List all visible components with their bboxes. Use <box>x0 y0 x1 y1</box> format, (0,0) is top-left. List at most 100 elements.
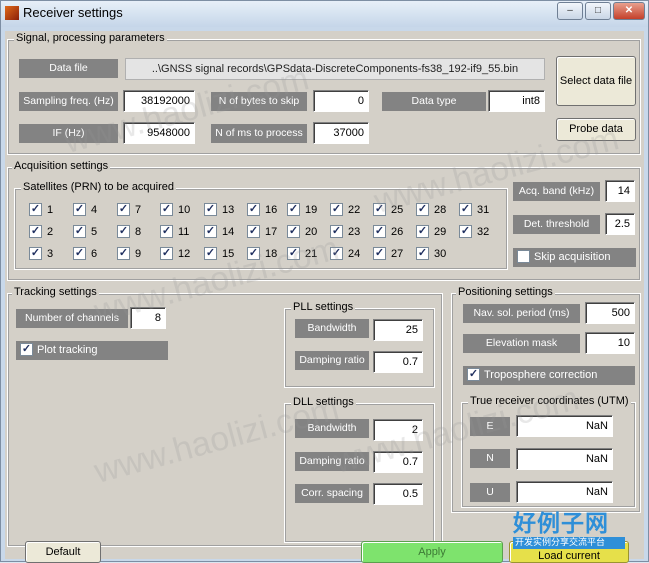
satellite-checkbox-box[interactable]: ✓ <box>204 247 217 260</box>
satellite-checkbox-box[interactable]: ✓ <box>204 203 217 216</box>
apply-button[interactable]: Apply <box>361 541 503 563</box>
satellite-checkbox[interactable]: ✓ 2 <box>29 225 53 241</box>
skip-acquisition-checkbox[interactable]: Skip acquisition <box>513 248 636 267</box>
skip-acquisition-box[interactable] <box>517 250 530 263</box>
satellite-checkbox[interactable]: ✓ 24 <box>330 247 360 263</box>
satellite-checkbox[interactable]: ✓ 9 <box>117 247 141 263</box>
troposphere-checkbox[interactable]: ✓ Troposphere correction <box>463 366 635 385</box>
satellite-checkbox[interactable]: ✓ 4 <box>73 203 97 219</box>
satellite-checkbox[interactable]: ✓ 28 <box>416 203 446 219</box>
satellite-checkbox-box[interactable]: ✓ <box>160 247 173 260</box>
troposphere-box[interactable]: ✓ <box>467 368 480 381</box>
det-threshold-input[interactable]: 2.5 <box>605 213 635 235</box>
satellite-checkbox-box[interactable]: ✓ <box>416 203 429 216</box>
data-type-input[interactable]: int8 <box>488 90 545 112</box>
satellite-checkbox-box[interactable]: ✓ <box>160 203 173 216</box>
satellite-checkbox-box[interactable]: ✓ <box>117 247 130 260</box>
satellite-checkbox[interactable]: ✓ 12 <box>160 247 190 263</box>
satellite-checkbox[interactable]: ✓ 23 <box>330 225 360 241</box>
satellite-checkbox[interactable]: ✓ 11 <box>160 225 189 241</box>
satellite-checkbox-box[interactable]: ✓ <box>459 203 472 216</box>
satellite-checkbox-box[interactable]: ✓ <box>117 203 130 216</box>
coord-n-input[interactable]: NaN <box>516 448 613 470</box>
satellite-checkbox-box[interactable]: ✓ <box>330 225 343 238</box>
satellite-checkbox[interactable]: ✓ 3 <box>29 247 53 263</box>
satellite-checkbox[interactable]: ✓ 17 <box>247 225 277 241</box>
satellite-checkbox-box[interactable]: ✓ <box>287 225 300 238</box>
satellite-checkbox-box[interactable]: ✓ <box>373 203 386 216</box>
select-data-file-button[interactable]: Select data file <box>556 56 636 106</box>
satellite-checkbox[interactable]: ✓ 22 <box>330 203 360 219</box>
sampling-freq-label: Sampling freq. (Hz) <box>19 92 118 111</box>
nav-period-input[interactable]: 500 <box>585 302 635 324</box>
satellite-checkbox[interactable]: ✓ 15 <box>204 247 234 263</box>
coord-e-input[interactable]: NaN <box>516 415 613 437</box>
satellite-checkbox-box[interactable]: ✓ <box>247 203 260 216</box>
minimize-button[interactable]: – <box>557 2 583 20</box>
default-button[interactable]: Default <box>25 541 101 563</box>
coord-u-input[interactable]: NaN <box>516 481 613 503</box>
true-coords-group: True receiver coordinates (UTM) E NaN N … <box>461 395 636 508</box>
sampling-freq-input[interactable]: 38192000 <box>123 90 195 112</box>
satellite-checkbox-box[interactable]: ✓ <box>287 247 300 260</box>
probe-data-button[interactable]: Probe data <box>556 118 636 141</box>
ms-to-process-input[interactable]: 37000 <box>313 122 369 144</box>
satellite-checkbox-box[interactable]: ✓ <box>416 225 429 238</box>
satellite-checkbox-box[interactable]: ✓ <box>247 225 260 238</box>
satellite-checkbox-box[interactable]: ✓ <box>29 247 42 260</box>
satellite-checkbox[interactable]: ✓ 1 <box>29 203 53 219</box>
satellite-checkbox-box[interactable]: ✓ <box>373 247 386 260</box>
pll-bandwidth-input[interactable]: 25 <box>373 319 423 341</box>
satellite-checkbox-box[interactable]: ✓ <box>330 203 343 216</box>
pll-damping-input[interactable]: 0.7 <box>373 351 423 373</box>
satellite-checkbox[interactable]: ✓ 27 <box>373 247 403 263</box>
satellite-checkbox[interactable]: ✓ 25 <box>373 203 403 219</box>
satellite-checkbox-box[interactable]: ✓ <box>73 225 86 238</box>
satellite-checkbox-box[interactable]: ✓ <box>330 247 343 260</box>
close-button[interactable]: ✕ <box>613 2 645 20</box>
troposphere-label: Troposphere correction <box>484 369 598 381</box>
elevation-mask-input[interactable]: 10 <box>585 332 635 354</box>
if-input[interactable]: 9548000 <box>123 122 195 144</box>
satellite-checkbox-box[interactable]: ✓ <box>160 225 173 238</box>
satellite-checkbox[interactable]: ✓ 21 <box>287 247 317 263</box>
satellite-checkbox-box[interactable]: ✓ <box>373 225 386 238</box>
satellite-checkbox-box[interactable]: ✓ <box>29 203 42 216</box>
satellite-checkbox-box[interactable]: ✓ <box>29 225 42 238</box>
satellite-checkbox[interactable]: ✓ 8 <box>117 225 141 241</box>
satellite-checkbox[interactable]: ✓ 14 <box>204 225 234 241</box>
satellite-checkbox-box[interactable]: ✓ <box>73 203 86 216</box>
site-logo: 好例子网 开发实例分享交流平台 <box>513 511 625 555</box>
satellite-prn-label: 20 <box>305 226 318 238</box>
plot-tracking-box[interactable]: ✓ <box>20 343 33 356</box>
satellite-checkbox[interactable]: ✓ 20 <box>287 225 317 241</box>
dll-bandwidth-input[interactable]: 2 <box>373 419 423 441</box>
satellite-checkbox[interactable]: ✓ 31 <box>459 203 489 219</box>
satellite-checkbox[interactable]: ✓ 29 <box>416 225 446 241</box>
satellite-checkbox[interactable]: ✓ 16 <box>247 203 277 219</box>
acq-band-input[interactable]: 14 <box>605 180 635 202</box>
satellite-checkbox[interactable]: ✓ 30 <box>416 247 446 263</box>
bytes-skip-input[interactable]: 0 <box>313 90 369 112</box>
satellite-checkbox-box[interactable]: ✓ <box>247 247 260 260</box>
satellite-checkbox[interactable]: ✓ 18 <box>247 247 277 263</box>
satellite-checkbox[interactable]: ✓ 6 <box>73 247 97 263</box>
satellite-checkbox-box[interactable]: ✓ <box>117 225 130 238</box>
satellite-checkbox[interactable]: ✓ 13 <box>204 203 234 219</box>
dll-corr-spacing-input[interactable]: 0.5 <box>373 483 423 505</box>
satellite-checkbox-box[interactable]: ✓ <box>73 247 86 260</box>
satellite-checkbox[interactable]: ✓ 32 <box>459 225 489 241</box>
satellite-checkbox[interactable]: ✓ 7 <box>117 203 141 219</box>
satellite-checkbox[interactable]: ✓ 5 <box>73 225 97 241</box>
plot-tracking-checkbox[interactable]: ✓ Plot tracking <box>16 341 168 360</box>
satellite-checkbox[interactable]: ✓ 26 <box>373 225 403 241</box>
satellite-checkbox-box[interactable]: ✓ <box>416 247 429 260</box>
satellite-checkbox-box[interactable]: ✓ <box>204 225 217 238</box>
dll-damping-input[interactable]: 0.7 <box>373 451 423 473</box>
satellite-checkbox-box[interactable]: ✓ <box>459 225 472 238</box>
satellite-checkbox[interactable]: ✓ 10 <box>160 203 190 219</box>
channels-input[interactable]: 8 <box>130 307 166 329</box>
satellite-checkbox-box[interactable]: ✓ <box>287 203 300 216</box>
maximize-button[interactable]: □ <box>585 2 611 20</box>
satellite-checkbox[interactable]: ✓ 19 <box>287 203 317 219</box>
